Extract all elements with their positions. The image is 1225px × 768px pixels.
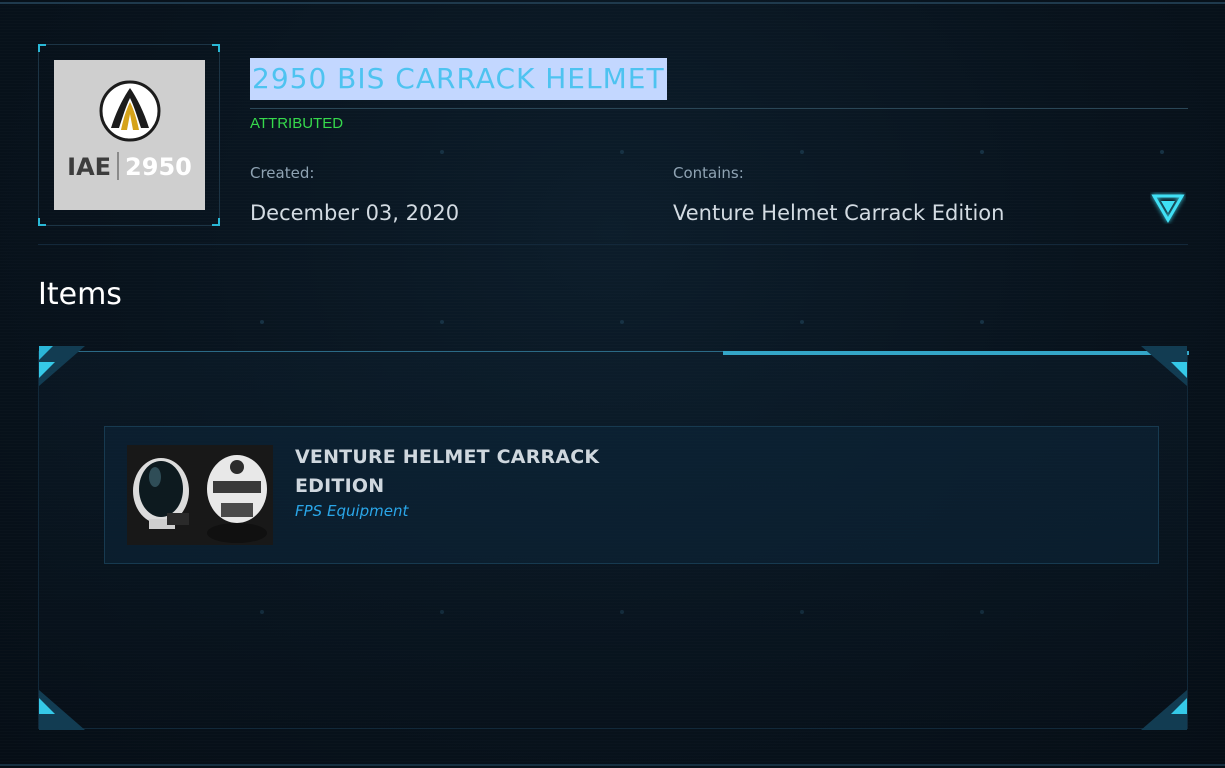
logo-brand-text: IAE [67,153,112,181]
top-border [0,2,1225,4]
panel-corner-icon [39,346,85,386]
item-card[interactable]: VENTURE HELMET CARRACK EDITION FPS Equip… [104,426,1159,564]
contains-value: Venture Helmet Carrack Edition [673,201,1005,225]
section-divider [38,244,1188,245]
logo-wordmark: IAE 2950 [54,152,205,181]
helmet-image [127,445,273,545]
iae-logo: IAE 2950 [54,60,205,210]
panel-corner-icon [1141,346,1187,386]
bottom-border [0,764,1225,766]
panel-corner-icon [1141,690,1187,730]
frame-corner [212,218,220,226]
created-value: December 03, 2020 [250,201,460,225]
frame-corner [38,218,46,226]
frame-corner [212,44,220,52]
panel-corner-icon [39,690,85,730]
item-type: FPS Equipment [295,502,409,520]
panel-top-accent [723,351,1189,355]
title-divider [250,108,1188,109]
logo-year-text: 2950 [125,153,192,181]
frame-corner [38,44,46,52]
status-badge: ATTRIBUTED [250,115,344,132]
pledge-thumbnail: IAE 2950 [38,44,220,226]
pledge-detail-page: IAE 2950 2950 BIS CARRACK HELMET ATTRIBUT… [0,0,1225,768]
iae-emblem-icon [99,80,161,142]
pledge-title: 2950 BIS CARRACK HELMET [250,58,667,100]
expand-toggle-icon[interactable] [1150,192,1186,224]
logo-divider [117,152,120,180]
item-name: VENTURE HELMET CARRACK EDITION [295,446,600,497]
items-panel: VENTURE HELMET CARRACK EDITION FPS Equip… [38,346,1189,730]
created-label: Created: [250,164,315,182]
items-heading: Items [38,277,122,312]
contains-label: Contains: [673,164,744,182]
